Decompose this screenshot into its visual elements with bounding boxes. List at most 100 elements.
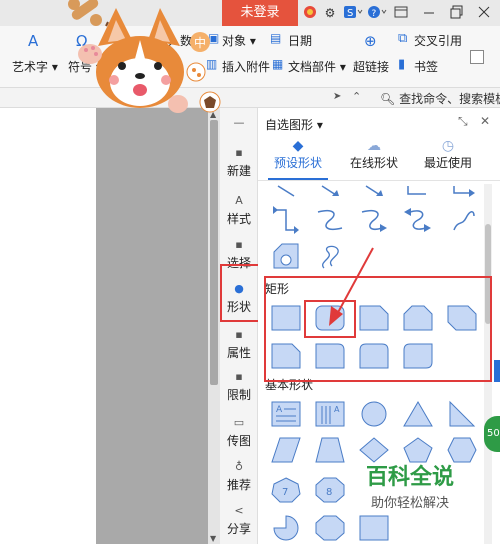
tab-upload-image[interactable]: ▭ 传图 xyxy=(220,410,258,456)
baike-subtitle: 助你轻松解决 xyxy=(370,496,449,511)
svg-text:7: 7 xyxy=(282,487,288,498)
tab-recommend-label: 推荐 xyxy=(226,478,251,492)
svg-text:S: S xyxy=(347,8,353,19)
tab-style[interactable]: A 样式 xyxy=(220,188,258,234)
s-icon[interactable]: S xyxy=(342,5,364,21)
decagon-shape[interactable] xyxy=(314,514,346,542)
curved-connector-shape[interactable] xyxy=(314,206,346,234)
octagon-shape[interactable]: 8 xyxy=(314,476,346,504)
svg-text:A: A xyxy=(334,405,340,414)
curved-arrow-shape[interactable] xyxy=(358,206,390,234)
side-tab-bar: — ▪ 新建 A 样式 ▪ 选择 ● 形状 ▪ 属性 ▪ 限制 ▭ 传图 ♁ 推荐 < 分享 xyxy=(220,108,258,544)
tab-preset-shapes[interactable]: ◆ 预设形状 xyxy=(268,138,328,178)
oval-shape[interactable] xyxy=(358,400,390,428)
image-icon: ▭ xyxy=(233,416,245,429)
pentagon-shape[interactable] xyxy=(402,436,434,464)
maximize-icon[interactable] xyxy=(449,5,465,21)
hyperlink-button[interactable]: 超链接 xyxy=(353,58,389,75)
search-command[interactable]: 🔍︎ 查找命令、搜索模板 xyxy=(380,90,500,107)
doc-part-button[interactable]: 文档部件 ▾ xyxy=(288,58,346,75)
parallelogram-shape[interactable] xyxy=(270,436,302,464)
freeform-shape[interactable] xyxy=(270,242,302,270)
baike-title: 百科全说 xyxy=(365,465,454,490)
resize-icon[interactable]: ⤡ xyxy=(458,114,468,129)
bookmark-button[interactable]: 书签 xyxy=(414,58,438,75)
right-triangle-shape[interactable] xyxy=(446,400,478,428)
pin-icon[interactable]: ➤ xyxy=(333,91,341,102)
document-page[interactable] xyxy=(0,108,96,544)
tab-style-label: 样式 xyxy=(226,212,251,226)
heptagon-shape[interactable]: 7 xyxy=(270,476,302,504)
svg-text:A: A xyxy=(276,405,283,415)
right-edge-tab[interactable] xyxy=(494,360,500,382)
tab-restrict-label: 限制 xyxy=(226,388,251,402)
close-icon[interactable] xyxy=(476,5,492,21)
tab-recommend[interactable]: ♁ 推荐 xyxy=(220,454,258,500)
elbow-connector-shape[interactable] xyxy=(402,184,434,198)
vertical-text-box-shape[interactable]: A xyxy=(314,400,346,428)
clock-icon: ◷ xyxy=(441,138,455,154)
ribbon-toggle-icon[interactable] xyxy=(393,5,409,21)
tab-recent-label: 最近使用 xyxy=(423,156,472,170)
settings-icon[interactable]: ⚙ xyxy=(322,5,338,21)
cross-ref-icon: ⧉ xyxy=(398,31,408,46)
globe-icon: ⊕ xyxy=(364,32,377,50)
tab-properties-label: 属性 xyxy=(226,346,251,360)
pointer-arrow-icon xyxy=(329,247,374,326)
corgi-sticker: 中 xyxy=(68,0,221,113)
svg-text:中: 中 xyxy=(194,35,206,50)
hexagon-shape[interactable] xyxy=(446,436,478,464)
curve-shape[interactable] xyxy=(448,206,480,234)
round-badge[interactable]: 50 xyxy=(484,416,500,452)
recommend-icon: ♁ xyxy=(234,460,244,473)
help-icon[interactable]: ? xyxy=(366,5,388,21)
diamond-shape[interactable] xyxy=(358,436,390,464)
preset-shapes-icon: ◆ xyxy=(292,138,304,154)
restrict-icon: ▪ xyxy=(235,370,243,383)
frame-shape[interactable] xyxy=(358,514,390,542)
arrow-shape[interactable] xyxy=(314,184,346,198)
ribbon-expand-icon[interactable] xyxy=(470,50,484,64)
double-arrow-shape[interactable] xyxy=(358,184,390,198)
tab-online-shapes-label: 在线形状 xyxy=(349,156,398,170)
tab-share[interactable]: < 分享 xyxy=(220,498,258,544)
tab-preset-shapes-label: 预设形状 xyxy=(273,156,322,170)
tab-upload-image-label: 传图 xyxy=(226,434,251,448)
text-box-shape[interactable]: A xyxy=(270,400,302,428)
triangle-shape[interactable] xyxy=(402,400,434,428)
share-icon: < xyxy=(234,504,244,517)
trapezoid-shape[interactable] xyxy=(314,436,346,464)
pie-shape[interactable] xyxy=(270,514,302,542)
tab-new-label: 新建 xyxy=(226,164,251,178)
curved-double-arrow-shape[interactable] xyxy=(402,206,434,234)
close-panel-icon[interactable]: ✕ xyxy=(480,114,490,128)
tab-divider xyxy=(258,180,500,181)
bookmark-icon: ▮ xyxy=(398,57,406,72)
tab-online-shapes[interactable]: ☁ 在线形状 xyxy=(344,138,404,178)
tab-recent[interactable]: ◷ 最近使用 xyxy=(418,138,478,178)
elbow-double-arrow-shape[interactable] xyxy=(270,206,302,234)
elbow-arrow-shape[interactable] xyxy=(448,184,480,198)
svg-text:?: ? xyxy=(372,9,377,19)
tab-properties[interactable]: ▪ 属性 xyxy=(220,322,258,368)
line-shape[interactable] xyxy=(270,184,302,198)
scroll-down-icon[interactable]: ▼ xyxy=(210,534,216,543)
cross-reference-button[interactable]: 交叉引用 xyxy=(414,32,462,49)
rectangle-section-highlight xyxy=(264,276,492,382)
date-button[interactable]: 日期 xyxy=(288,32,312,49)
tab-share-label: 分享 xyxy=(226,522,251,536)
properties-icon: ▪ xyxy=(235,328,243,341)
document-scroll-thumb[interactable] xyxy=(210,120,218,385)
wps-icon[interactable] xyxy=(302,5,318,21)
chevron-up-icon[interactable]: ⌃ xyxy=(352,90,361,103)
date-icon: ▤ xyxy=(270,31,282,45)
baike-watermark: 百科全说 助你轻松解决 xyxy=(350,464,470,518)
minimize-icon[interactable] xyxy=(421,5,437,21)
style-icon: A xyxy=(235,194,243,207)
tab-new[interactable]: ▪ 新建 xyxy=(220,140,258,186)
tab-restrict[interactable]: ▪ 限制 xyxy=(220,364,258,410)
document-background xyxy=(96,108,208,544)
svg-text:8: 8 xyxy=(326,487,332,498)
doc-part-icon: ▦ xyxy=(272,57,284,71)
panel-title[interactable]: 自选图形 ▾ xyxy=(265,116,323,133)
